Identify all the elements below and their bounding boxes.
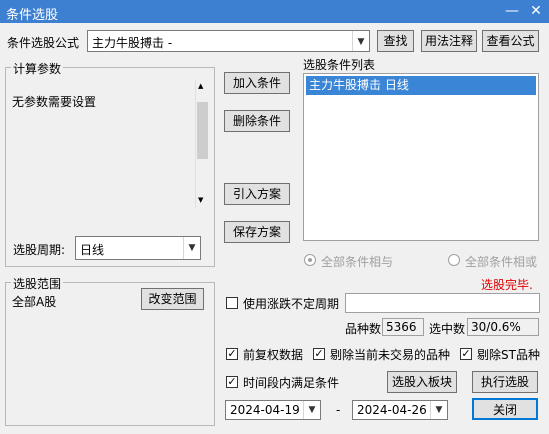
forward-adjust-label: 前复权数据 — [243, 348, 304, 362]
end-date-picker[interactable]: 2024-04-26 ▼ — [352, 400, 448, 420]
selected-count-label: 选中数 — [429, 322, 466, 336]
add-to-block-button[interactable]: 选股入板块 — [387, 371, 457, 393]
conditions-list[interactable]: 主力牛股搏击 日线 — [303, 73, 539, 241]
start-date-value: 2024-04-19 — [230, 403, 300, 417]
formula-select[interactable]: 主力牛股搏击 - ▼ — [87, 30, 370, 52]
radio-all-or-label: 全部条件相或 — [465, 255, 538, 269]
exclude-untraded-label: 剔除当前未交易的品种 — [330, 348, 451, 362]
close-icon[interactable]: ✕ — [524, 1, 548, 21]
params-scrollbar[interactable]: ▲ ▼ — [195, 80, 210, 208]
save-scheme-button[interactable]: 保存方案 — [224, 221, 290, 243]
params-text: 无参数需要设置 — [12, 95, 97, 109]
minimize-icon[interactable]: — — [500, 1, 524, 21]
selected-count-value: 30/0.6% — [467, 318, 539, 336]
end-date-value: 2024-04-26 — [357, 403, 427, 417]
irregular-period-label: 使用涨跌不定周期 — [243, 297, 340, 311]
radio-all-or[interactable] — [448, 254, 460, 266]
status-text: 选股完毕. — [481, 278, 533, 292]
import-scheme-button[interactable]: 引入方案 — [224, 183, 290, 205]
scope-value: 全部A股 — [12, 295, 57, 309]
start-date-picker[interactable]: 2024-04-19 ▼ — [225, 400, 321, 420]
period-value: 日线 — [80, 243, 105, 257]
total-count-value: 5366 — [382, 318, 424, 336]
chevron-down-icon[interactable]: ▼ — [303, 401, 320, 419]
time-range-label: 时间段内满足条件 — [243, 376, 340, 390]
change-scope-button[interactable]: 改变范围 — [141, 288, 204, 310]
usage-notes-button[interactable]: 用法注释 — [421, 30, 477, 52]
chevron-down-icon[interactable]: ▼ — [430, 401, 447, 419]
irregular-period-checkbox[interactable] — [226, 297, 238, 309]
params-group-title: 计算参数 — [11, 60, 64, 77]
time-range-checkbox[interactable]: ✓ — [226, 376, 238, 388]
find-button[interactable]: 查找 — [377, 30, 414, 52]
scroll-down-icon[interactable]: ▼ — [198, 196, 203, 204]
chevron-down-icon[interactable]: ▼ — [352, 31, 369, 51]
scope-group-title: 选股范围 — [11, 275, 64, 292]
period-label: 选股周期: — [13, 243, 66, 257]
view-formula-button[interactable]: 查看公式 — [482, 30, 539, 52]
irregular-period-input[interactable] — [345, 293, 540, 313]
total-count-label: 品种数 — [345, 322, 382, 336]
exclude-st-label: 剔除ST品种 — [477, 348, 540, 362]
delete-condition-button[interactable]: 删除条件 — [224, 110, 290, 132]
exclude-st-checkbox[interactable]: ✓ — [460, 348, 472, 360]
execute-selection-button[interactable]: 执行选股 — [472, 371, 538, 393]
formula-label: 条件选股公式 — [7, 36, 80, 50]
period-select[interactable]: 日线 ▼ — [75, 236, 201, 260]
condition-stock-selection-dialog: 条件选股 — ✕ 条件选股公式 主力牛股搏击 - ▼ 查找 用法注释 查看公式 … — [0, 0, 549, 434]
add-condition-button[interactable]: 加入条件 — [224, 72, 290, 94]
exclude-untraded-checkbox[interactable]: ✓ — [313, 348, 325, 360]
formula-value: 主力牛股搏击 - — [92, 36, 173, 50]
forward-adjust-checkbox[interactable]: ✓ — [226, 348, 238, 360]
chevron-down-icon[interactable]: ▼ — [183, 237, 200, 259]
radio-all-and[interactable] — [304, 254, 316, 266]
list-item[interactable]: 主力牛股搏击 日线 — [306, 76, 536, 95]
scroll-up-icon[interactable]: ▲ — [198, 82, 203, 90]
window-title: 条件选股 — [6, 8, 59, 23]
close-button[interactable]: 关闭 — [472, 398, 538, 420]
scroll-thumb[interactable] — [197, 102, 208, 159]
date-separator: - — [336, 403, 341, 417]
conditions-list-label: 选股条件列表 — [303, 58, 376, 72]
title-bar[interactable]: 条件选股 — ✕ — [0, 0, 549, 23]
radio-all-and-label: 全部条件相与 — [321, 255, 394, 269]
